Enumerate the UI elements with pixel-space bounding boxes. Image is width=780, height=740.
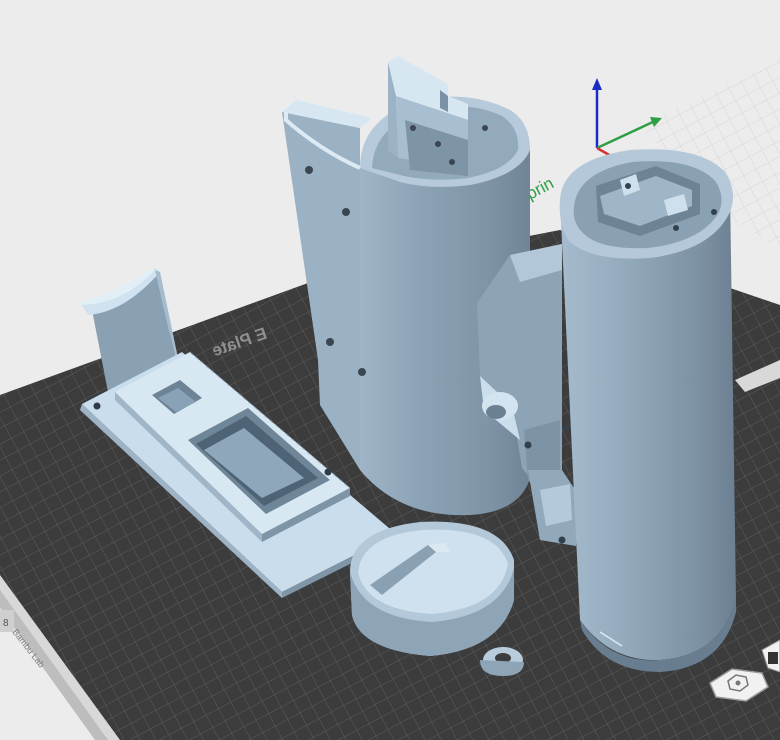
axis-gizmo[interactable] <box>592 78 662 162</box>
svg-text:8: 8 <box>3 618 9 629</box>
y-axis-line <box>596 119 656 150</box>
plate-left-badge: 8 <box>0 610 14 632</box>
z-axis-arrow-icon <box>592 78 602 90</box>
build-plate-scene[interactable]: E Plate Bambu Lab 8 prin <box>0 0 780 740</box>
3d-viewport[interactable]: E Plate Bambu Lab 8 prin <box>0 0 780 740</box>
